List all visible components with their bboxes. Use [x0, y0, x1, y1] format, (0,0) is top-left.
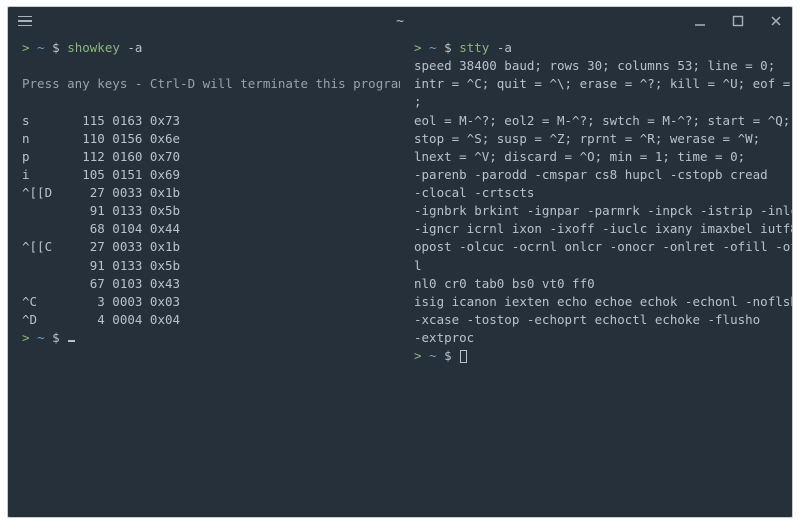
terminal-content[interactable]: > ~ $ showkey -a Press any keys - Ctrl-D…: [8, 35, 792, 517]
menu-icon[interactable]: [16, 12, 34, 31]
minimize-button[interactable]: [692, 13, 708, 29]
titlebar[interactable]: ~: [8, 7, 792, 35]
left-pane[interactable]: > ~ $ showkey -a Press any keys - Ctrl-D…: [8, 39, 400, 507]
close-button[interactable]: [768, 13, 784, 29]
window-title: ~: [136, 14, 664, 29]
terminal-window: ~ > ~ $ showkey -a Press any keys - Ctrl…: [7, 6, 793, 518]
right-pane[interactable]: > ~ $ stty -a speed 38400 baud; rows 30;…: [400, 39, 792, 507]
maximize-button[interactable]: [730, 13, 746, 29]
